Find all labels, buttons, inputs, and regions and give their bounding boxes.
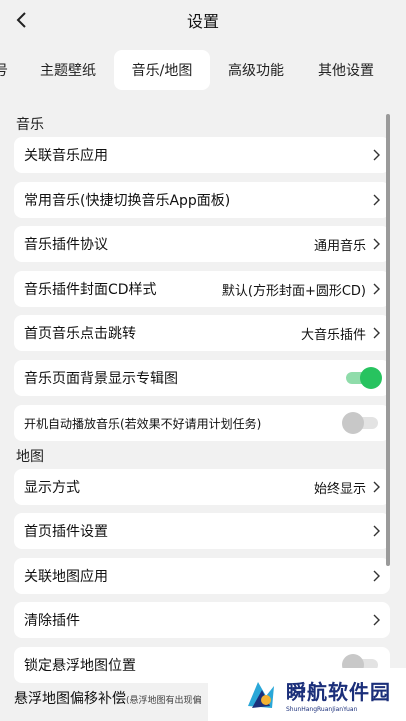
watermark-subtitle: ShunHangRuanJianYuan xyxy=(286,706,358,713)
chevron-right-icon xyxy=(373,149,380,161)
row-label: 关联音乐应用 xyxy=(24,148,108,164)
row-cd-cover-style[interactable]: 音乐插件封面CD样式 默认(方形封面+圆形CD) xyxy=(14,271,390,307)
tab-music-map[interactable]: 音乐/地图 xyxy=(114,50,210,90)
section-header-map: 地图 xyxy=(16,449,44,465)
row-label: 常用音乐(快捷切换音乐App面板) xyxy=(24,193,231,209)
album-background-toggle[interactable] xyxy=(342,367,382,389)
row-label: 悬浮地图偏移补偿 xyxy=(14,691,126,707)
row-linked-music-app[interactable]: 关联音乐应用 xyxy=(14,137,390,173)
chevron-right-icon xyxy=(373,238,380,250)
row-float-map-offset[interactable]: 悬浮地图偏移补偿(悬浮地图有出现偏 xyxy=(14,688,202,708)
row-clear-plugins[interactable]: 清除插件 xyxy=(14,602,390,638)
watermark: 瞬航软件园 ShunHangRuanJianYuan xyxy=(208,668,406,721)
chevron-right-icon xyxy=(373,283,380,295)
row-value: 通用音乐 xyxy=(313,238,366,254)
row-music-plugin-protocol[interactable]: 音乐插件协议 通用音乐 xyxy=(14,226,390,262)
row-label: 显示方式 xyxy=(24,480,80,496)
section-header-music: 音乐 xyxy=(16,117,44,133)
page-title: 设置 xyxy=(186,12,219,31)
row-autoplay-on-boot: 开机自动播放音乐(若效果不好请用计划任务) xyxy=(14,405,390,441)
row-home-music-click[interactable]: 首页音乐点击跳转 大音乐插件 xyxy=(14,315,390,351)
tab-advanced[interactable]: 高级功能 xyxy=(216,50,296,90)
chevron-right-icon xyxy=(373,525,380,537)
row-display-mode[interactable]: 显示方式 始终显示 xyxy=(14,469,390,505)
row-label: 锁定悬浮地图位置 xyxy=(24,658,136,674)
row-linked-map-app[interactable]: 关联地图应用 xyxy=(14,558,390,594)
row-home-plugin-settings[interactable]: 首页插件设置 xyxy=(14,513,390,549)
chevron-left-icon xyxy=(16,12,26,28)
tab-label: 号 xyxy=(0,63,8,79)
tab-account[interactable]: 号 xyxy=(0,50,8,90)
row-value: 始终显示 xyxy=(313,481,366,497)
row-label: 首页插件设置 xyxy=(24,524,108,540)
row-album-background: 音乐页面背景显示专辑图 xyxy=(14,360,390,396)
watermark-title: 瞬航软件园 xyxy=(286,680,391,704)
row-value: 默认(方形封面+圆形CD) xyxy=(221,283,366,299)
row-label: 音乐插件封面CD样式 xyxy=(24,282,157,298)
row-common-music[interactable]: 常用音乐(快捷切换音乐App面板) xyxy=(14,182,390,218)
tab-label: 主题壁纸 xyxy=(40,63,96,79)
watermark-logo-icon xyxy=(248,682,274,708)
tab-other-settings[interactable]: 其他设置 xyxy=(306,50,386,90)
settings-tabs: 号 主题壁纸 音乐/地图 高级功能 其他设置 xyxy=(0,44,406,94)
tab-label: 其他设置 xyxy=(318,63,374,79)
chevron-right-icon xyxy=(373,614,380,626)
row-label: 音乐页面背景显示专辑图 xyxy=(24,371,178,387)
row-label: 首页音乐点击跳转 xyxy=(24,326,136,342)
tab-label: 音乐/地图 xyxy=(131,63,193,79)
scrollbar[interactable] xyxy=(386,114,390,566)
row-label: 开机自动播放音乐(若效果不好请用计划任务) xyxy=(24,416,262,431)
chevron-right-icon xyxy=(373,194,380,206)
row-label: 清除插件 xyxy=(24,613,80,629)
settings-list: 音乐 关联音乐应用 常用音乐(快捷切换音乐App面板) 音乐插件协议 通用音乐 … xyxy=(14,110,390,710)
chevron-right-icon xyxy=(373,327,380,339)
chevron-right-icon xyxy=(373,570,380,582)
tab-label: 高级功能 xyxy=(228,63,284,79)
chevron-right-icon xyxy=(373,481,380,493)
back-button[interactable] xyxy=(8,6,36,34)
autoplay-toggle[interactable] xyxy=(342,412,382,434)
header-bar: 设置 xyxy=(0,0,406,40)
tab-theme-wallpaper[interactable]: 主题壁纸 xyxy=(28,50,108,90)
row-value: 大音乐插件 xyxy=(300,327,366,343)
row-note: (悬浮地图有出现偏 xyxy=(126,696,202,706)
row-label: 关联地图应用 xyxy=(24,569,108,585)
row-label: 音乐插件协议 xyxy=(24,237,108,253)
